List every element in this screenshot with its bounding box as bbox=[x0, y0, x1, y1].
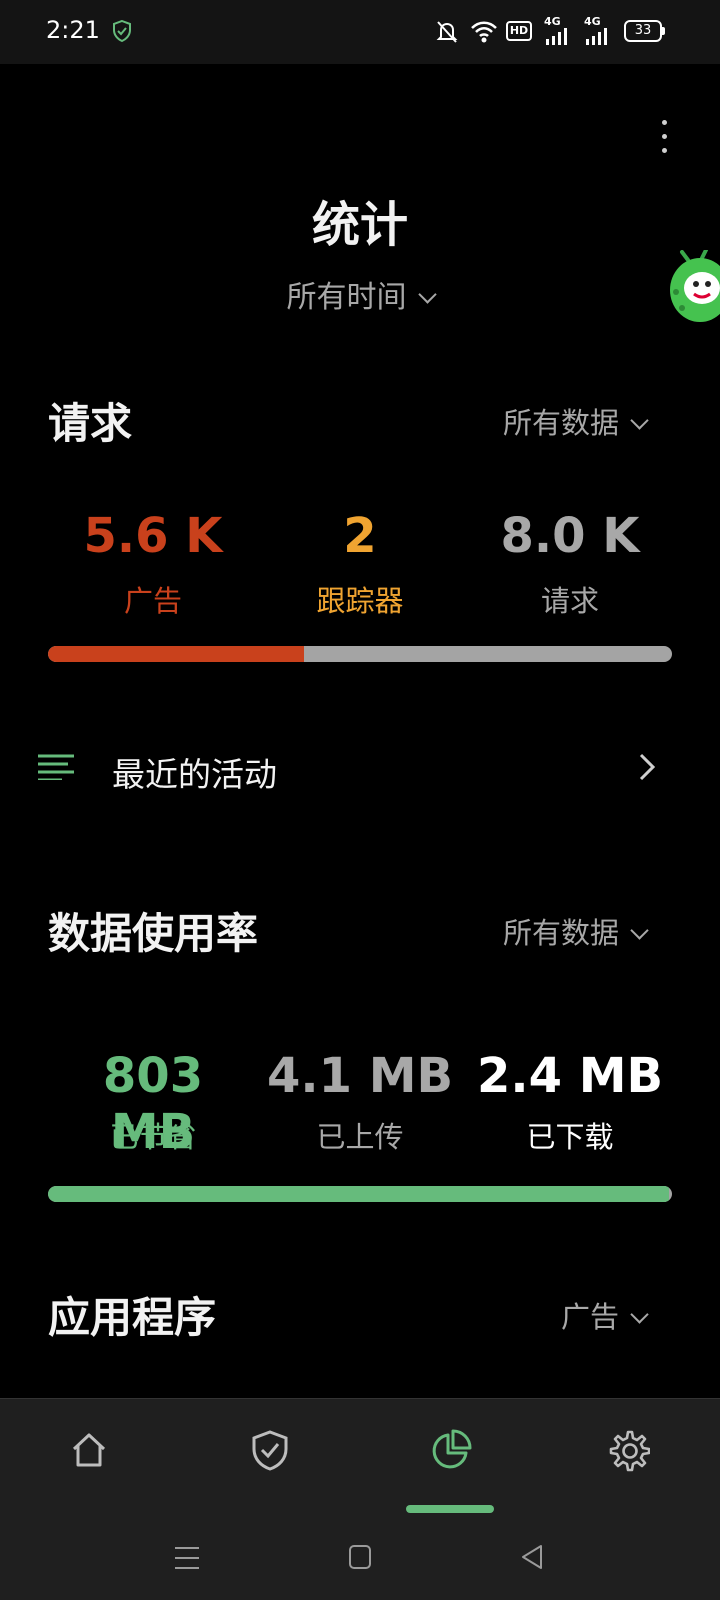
data-usage-section-title: 数据使用率 bbox=[48, 909, 259, 958]
bottom-nav bbox=[0, 1398, 720, 1519]
chevron-down-icon bbox=[630, 921, 649, 940]
requests-filter-dropdown[interactable]: 所有数据 bbox=[502, 400, 649, 442]
network-label: 4G bbox=[584, 15, 601, 28]
requests-filter-label: 所有数据 bbox=[502, 406, 619, 440]
data-usage-filter-dropdown[interactable]: 所有数据 bbox=[502, 910, 649, 952]
gear-icon bbox=[609, 1430, 650, 1472]
home-icon bbox=[72, 1433, 106, 1467]
network-label: 4G bbox=[544, 15, 561, 28]
time-range-label: 所有时间 bbox=[286, 280, 407, 315]
list-icon bbox=[38, 754, 74, 780]
hd-voice-icon: HD bbox=[506, 21, 532, 41]
pie-chart-icon bbox=[432, 1429, 472, 1469]
mascot-floating-icon[interactable] bbox=[668, 250, 720, 326]
requests-section-title: 请求 bbox=[48, 399, 133, 448]
nav-statistics[interactable] bbox=[390, 1419, 510, 1489]
trackers-count: 2 bbox=[343, 508, 377, 564]
page-title: 统计 bbox=[311, 197, 408, 253]
chevron-right-icon bbox=[639, 753, 656, 781]
data-usage-progress-fill bbox=[48, 1186, 669, 1202]
battery-level: 33 bbox=[634, 23, 652, 38]
chevron-down-icon bbox=[630, 1305, 649, 1324]
recent-activity-label: 最近的活动 bbox=[112, 755, 277, 794]
uploaded-label: 已上传 bbox=[316, 1120, 404, 1154]
nav-home[interactable] bbox=[30, 1419, 150, 1489]
nav-selected-indicator bbox=[406, 1505, 494, 1513]
requests-label: 请求 bbox=[540, 584, 599, 618]
apps-filter-label: 广告 bbox=[560, 1300, 619, 1334]
shield-check-icon bbox=[252, 1430, 288, 1471]
signal-icon: 4G bbox=[584, 16, 610, 47]
wifi-icon bbox=[471, 21, 497, 43]
status-bar: 2:21 HD 4G 4G 33 bbox=[0, 0, 720, 64]
battery-tip bbox=[662, 27, 665, 35]
time-range-dropdown[interactable]: 所有时间 bbox=[0, 272, 720, 316]
ads-label: 广告 bbox=[123, 584, 182, 618]
recent-activity-row[interactable]: 最近的活动 bbox=[0, 716, 720, 816]
bell-off-icon bbox=[436, 21, 458, 43]
more-options-icon[interactable] bbox=[652, 118, 676, 158]
recents-icon[interactable] bbox=[174, 1546, 200, 1570]
requests-count: 8.0 K bbox=[500, 508, 640, 564]
system-navigation-bar bbox=[0, 1518, 720, 1600]
chevron-down-icon bbox=[630, 411, 649, 430]
nav-settings[interactable] bbox=[570, 1419, 690, 1489]
uploaded-amount: 4.1 MB bbox=[266, 1048, 454, 1104]
requests-progress-fill bbox=[48, 646, 304, 662]
status-time: 2:21 bbox=[46, 16, 100, 44]
nav-protection[interactable] bbox=[210, 1419, 330, 1489]
back-icon[interactable] bbox=[520, 1544, 544, 1570]
home-button-icon[interactable] bbox=[348, 1544, 372, 1570]
trackers-label: 跟踪器 bbox=[316, 584, 404, 618]
requests-progress-bar bbox=[48, 646, 672, 662]
downloaded-label: 已下载 bbox=[526, 1120, 614, 1154]
data-usage-filter-label: 所有数据 bbox=[502, 916, 619, 950]
ads-count: 5.6 K bbox=[83, 508, 223, 564]
battery-icon: 33 bbox=[624, 20, 662, 42]
apps-section-title: 应用程序 bbox=[48, 1293, 217, 1342]
shield-check-icon bbox=[113, 20, 131, 42]
downloaded-amount: 2.4 MB bbox=[476, 1048, 664, 1104]
chevron-down-icon bbox=[417, 285, 437, 304]
apps-filter-dropdown[interactable]: 广告 bbox=[560, 1294, 649, 1336]
saved-label: 已节省 bbox=[109, 1120, 197, 1154]
signal-icon: 4G bbox=[544, 16, 570, 47]
data-usage-progress-bar bbox=[48, 1186, 672, 1202]
